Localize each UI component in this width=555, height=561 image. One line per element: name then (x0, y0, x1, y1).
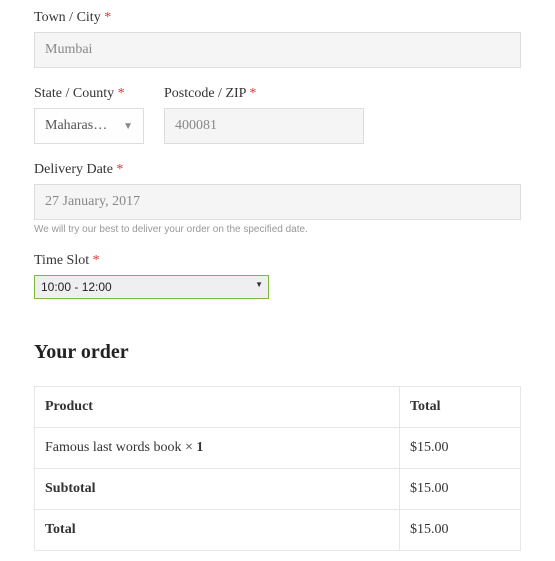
required-marker: * (249, 86, 256, 101)
city-input[interactable] (34, 32, 521, 68)
zip-label: Postcode / ZIP * (164, 86, 364, 102)
zip-input[interactable] (164, 108, 364, 144)
item-qty: 1 (196, 440, 203, 455)
item-price: $15.00 (399, 428, 520, 469)
state-label: State / County * (34, 86, 144, 102)
col-total: Total (399, 387, 520, 428)
order-header-row: Product Total (35, 387, 521, 428)
item-cell: Famous last words book × 1 (35, 428, 400, 469)
subtotal-value: $15.00 (399, 469, 520, 510)
timeslot-label: Time Slot * (34, 253, 521, 269)
delivery-date-input[interactable] (34, 184, 521, 220)
col-product: Product (35, 387, 400, 428)
delivery-label-text: Delivery Date (34, 162, 113, 177)
timeslot-select-wrap: 10:00 - 12:00 (34, 275, 269, 299)
city-label-text: Town / City (34, 10, 101, 25)
delivery-help-text: We will try our best to deliver your ord… (34, 224, 521, 235)
state-zip-row: State / County * Maharas… ▼ Postcode / Z… (34, 86, 521, 144)
timeslot-select[interactable]: 10:00 - 12:00 (34, 275, 269, 299)
order-table: Product Total Famous last words book × 1… (34, 386, 521, 551)
required-marker: * (104, 10, 111, 25)
timeslot-row: Time Slot * 10:00 - 12:00 (34, 253, 521, 299)
state-select[interactable]: Maharas… ▼ (34, 108, 144, 144)
timeslot-label-text: Time Slot (34, 253, 89, 268)
subtotal-row: Subtotal $15.00 (35, 469, 521, 510)
required-marker: * (118, 86, 125, 101)
city-label: Town / City * (34, 10, 521, 26)
state-col: State / County * Maharas… ▼ (34, 86, 144, 144)
qty-prefix: × (182, 440, 197, 455)
delivery-row: Delivery Date * We will try our best to … (34, 162, 521, 235)
required-marker: * (93, 253, 100, 268)
table-row: Famous last words book × 1 $15.00 (35, 428, 521, 469)
order-heading: Your order (34, 341, 521, 364)
zip-label-text: Postcode / ZIP (164, 86, 246, 101)
delivery-label: Delivery Date * (34, 162, 521, 178)
chevron-down-icon: ▼ (123, 121, 133, 132)
subtotal-label: Subtotal (35, 469, 400, 510)
item-name: Famous last words book (45, 440, 182, 455)
required-marker: * (116, 162, 123, 177)
city-row: Town / City * (34, 10, 521, 68)
total-row: Total $15.00 (35, 510, 521, 551)
state-label-text: State / County (34, 86, 114, 101)
state-select-value: Maharas… (45, 118, 107, 134)
zip-col: Postcode / ZIP * (164, 86, 364, 144)
total-value: $15.00 (399, 510, 520, 551)
total-label: Total (35, 510, 400, 551)
